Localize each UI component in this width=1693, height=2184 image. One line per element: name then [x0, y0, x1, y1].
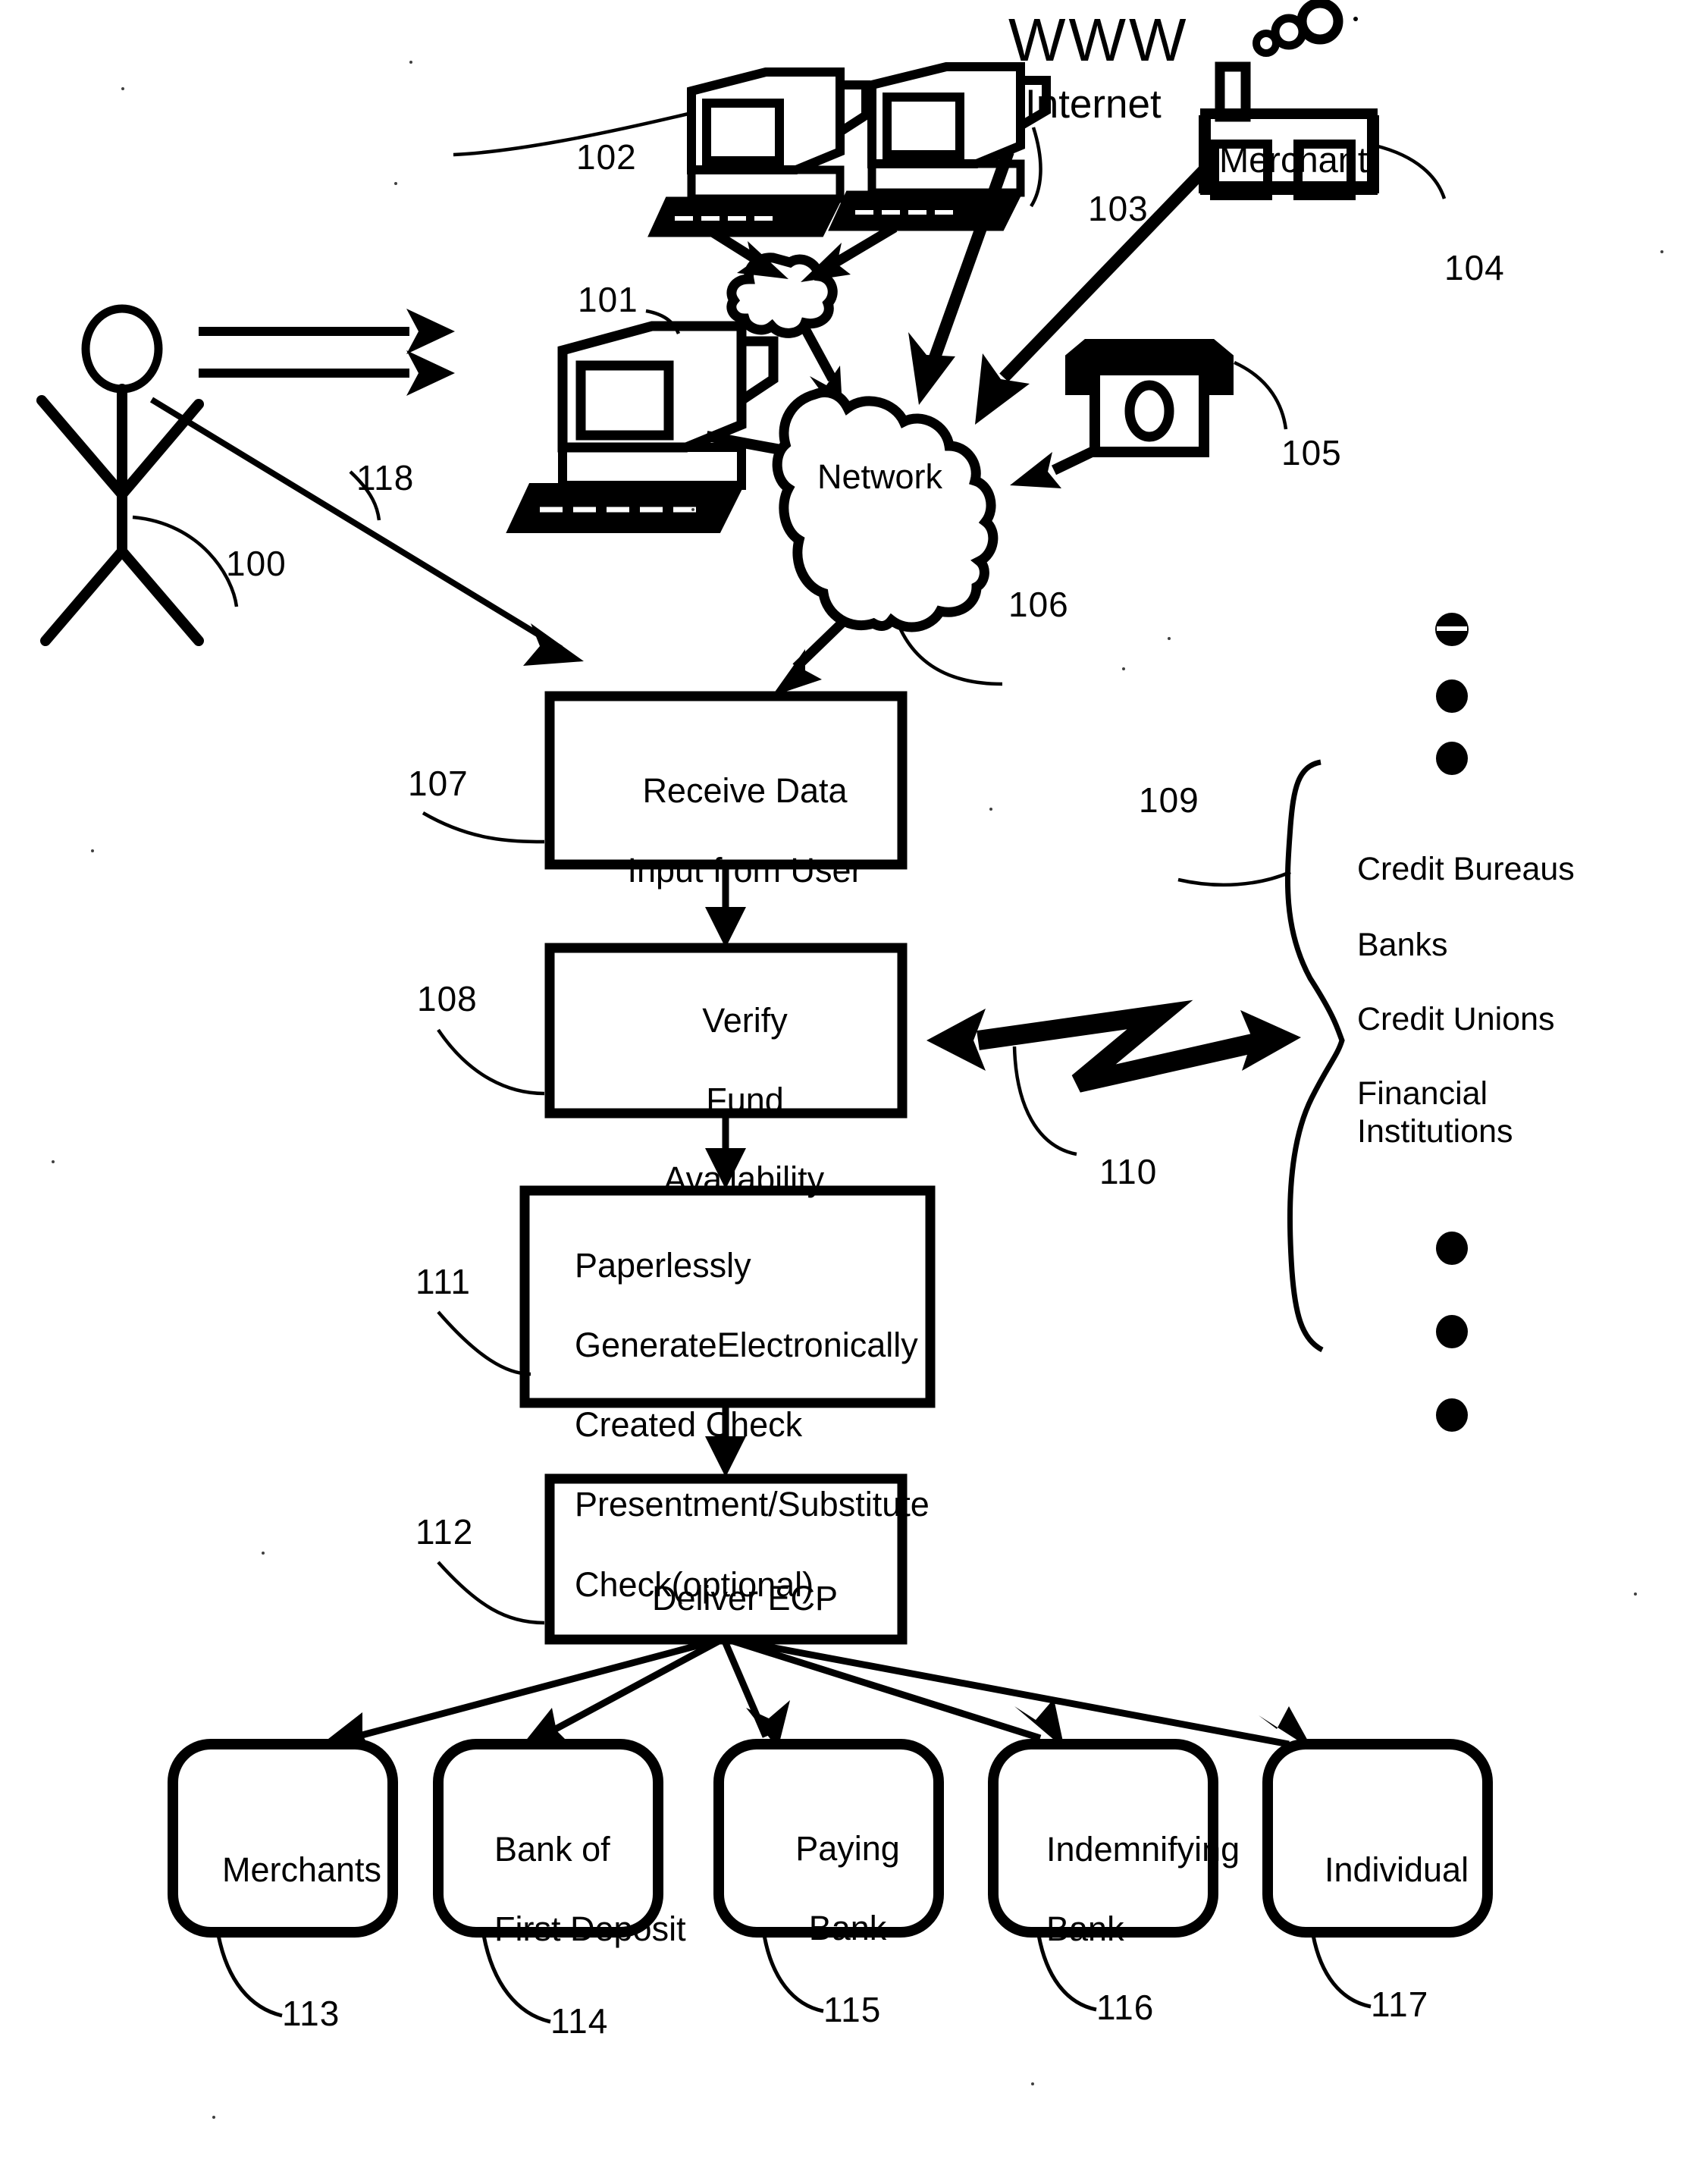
scan-speck — [1660, 250, 1663, 253]
recipient-115-line-2: Bank — [808, 1908, 887, 1947]
merchant-label: Merchant — [1219, 140, 1368, 185]
computer-pair-icon-right — [828, 62, 1051, 231]
flow-box-108-text: Verify Fund Availability — [550, 962, 902, 1238]
internet-to-network-arrow — [908, 127, 1042, 405]
computer-main-icon — [506, 309, 779, 533]
ref-113: 113 — [282, 1994, 340, 2033]
ref-114: 114 — [550, 2001, 609, 2041]
computer-to-network-arrow — [705, 426, 832, 474]
www-label: WWW — [1008, 6, 1190, 74]
scan-speck — [91, 849, 94, 852]
flow-107-line-1: Receive Data — [642, 771, 848, 811]
ref-107: 107 — [408, 764, 469, 803]
scan-speck — [212, 2116, 215, 2119]
internet-label: Internet — [1025, 82, 1162, 127]
flow-111-line-4: Presentment/Substitute — [575, 1485, 930, 1524]
institution-item-banks: Banks — [1357, 927, 1448, 963]
recipient-117-text: Individual — [1268, 1811, 1488, 1930]
institutions-ellipsis-above — [1435, 613, 1469, 775]
ref-118: 118 — [356, 458, 415, 497]
network-label: Network — [817, 457, 943, 496]
institutions-ellipsis-below — [1436, 1232, 1468, 1432]
recipient-116-line-2: Bank — [1046, 1909, 1124, 1948]
ref-116: 116 — [1096, 1988, 1155, 2027]
recipient-115-line-1: Paying — [795, 1829, 900, 1869]
scan-speck — [1168, 637, 1171, 640]
flow-111-line-3: Created Check — [575, 1405, 803, 1445]
recipient-115-text: Paying Bank — [719, 1790, 939, 1988]
ref-106: 106 — [1008, 585, 1069, 624]
flow-box-107-text: Receive Data Input from User — [550, 732, 902, 930]
recipient-114-text: Bank of First Deposit — [456, 1790, 686, 1989]
ref-103: 103 — [1088, 189, 1149, 228]
ref-109: 109 — [1139, 780, 1199, 820]
ref-104: 104 — [1444, 248, 1505, 287]
scan-speck — [1634, 1592, 1637, 1596]
scan-speck — [989, 808, 992, 811]
ref-111: 111 — [415, 1262, 471, 1301]
flow-108-line-1: Verify — [702, 1001, 788, 1040]
ref-110: 110 — [1099, 1152, 1158, 1191]
exchange-lightning-arrow — [926, 999, 1301, 1156]
recipient-117-line-1: Individual — [1324, 1850, 1469, 1890]
telephone-to-network-arrow — [1010, 447, 1095, 488]
scan-speck — [1122, 667, 1125, 670]
ref-101: 101 — [578, 280, 638, 319]
computer-pair-icon-left — [453, 67, 870, 237]
institution-item-credit-bureaus: Credit Bureaus — [1357, 851, 1575, 887]
ref-102: 102 — [576, 137, 637, 177]
recipient-116-text: Indemnifying Bank — [1008, 1790, 1240, 1989]
scan-speck — [52, 1160, 55, 1163]
patent-figure: WWW Internet Merchant Network 101 102 10… — [0, 0, 1693, 2184]
flow-box-112-text: Deliver ECP — [550, 1539, 902, 1658]
user-stick-figure — [36, 304, 239, 646]
scan-speck — [262, 1552, 265, 1555]
telephone-icon — [1065, 339, 1288, 457]
ref-100: 100 — [226, 544, 287, 583]
institution-item-credit-unions: Credit Unions — [1357, 1001, 1555, 1037]
flow-112-line-1: Deliver ECP — [651, 1579, 839, 1618]
network-leader — [897, 626, 1003, 686]
flow-111-line-2: GenerateElectronically — [575, 1325, 918, 1364]
ref-108: 108 — [417, 979, 478, 1018]
institution-item-financial-institutions: Financial Institutions — [1357, 1075, 1513, 1150]
recipient-113-text: Merchants — [173, 1811, 393, 1930]
scan-speck — [394, 182, 397, 185]
network-cloud-shape — [772, 387, 999, 632]
computers-to-cloud-arrows — [702, 223, 898, 282]
cloud-to-network-arrow — [799, 323, 843, 422]
scan-speck — [691, 508, 694, 511]
flow-108-line-2: Fund — [706, 1080, 784, 1119]
ref-105: 105 — [1281, 433, 1342, 472]
flow-108-line-3: Availability — [663, 1159, 825, 1198]
ref-112: 112 — [415, 1512, 474, 1552]
scan-speck — [121, 87, 124, 90]
recipient-114-line-1: Bank of — [494, 1829, 610, 1869]
small-cloud-icon — [726, 253, 838, 338]
ref-117: 117 — [1371, 1985, 1429, 2024]
recipient-114-line-2: First Deposit — [494, 1909, 686, 1948]
ref-115: 115 — [823, 1990, 882, 2029]
institutions-brace — [1177, 759, 1345, 1353]
user-output-arrows — [199, 309, 455, 396]
network-to-process-arrow — [772, 620, 845, 696]
scan-speck — [1031, 2082, 1034, 2085]
flow-111-line-1: Paperlessly — [575, 1245, 751, 1285]
recipient-116-line-1: Indemnifying — [1046, 1829, 1240, 1869]
recipient-113-line-1: Merchants — [221, 1850, 382, 1890]
user-to-process-line — [149, 397, 584, 666]
scan-speck — [409, 61, 412, 64]
flow-107-line-2: Input from User — [627, 850, 863, 890]
